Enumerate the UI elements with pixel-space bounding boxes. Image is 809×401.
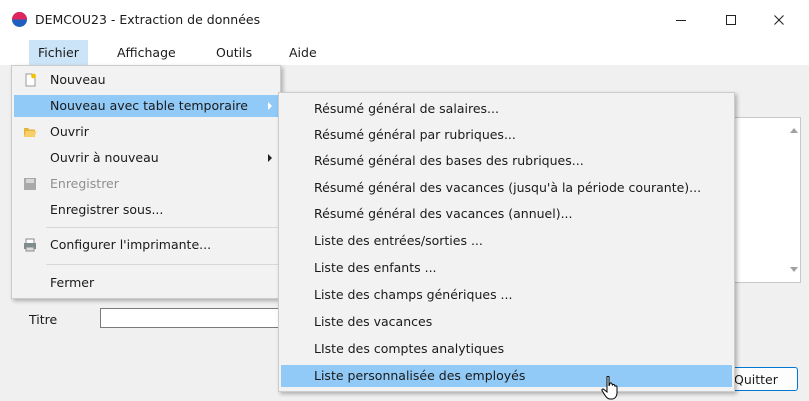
menu-separator [46, 227, 278, 228]
submenu-item-label: Liste des champs génériques ... [314, 287, 513, 302]
submenu-item-enfants[interactable]: Liste des enfants ... [281, 257, 732, 279]
submenu-item-entrees-sorties[interactable]: Liste des entrées/sorties ... [281, 230, 732, 252]
save-disk-icon [24, 178, 36, 190]
file-menu: Nouveau Nouveau avec table temporaire Ou… [11, 65, 281, 299]
submenu-item-label: LIste des comptes analytiques [314, 341, 505, 356]
submenu-item-resume-salaires[interactable]: Résumé général de salaires... [281, 98, 732, 120]
menu-item-label: Ouvrir à nouveau [50, 150, 159, 165]
submenu-item-label: Résumé général des vacances (annuel)... [314, 206, 573, 221]
titre-input[interactable] [100, 308, 280, 328]
submenu-item-resume-bases-rubriques[interactable]: Résumé général des bases des rubriques..… [281, 150, 732, 172]
window-title: DEMCOU23 - Extraction de données [35, 12, 261, 27]
menu-bar: Fichier Affichage Outils Aide [0, 40, 809, 65]
menu-item-label: Nouveau avec table temporaire [50, 98, 248, 113]
close-icon [774, 15, 784, 25]
menu-item-enregistrer-sous[interactable]: Enregistrer sous... [14, 199, 278, 221]
submenu-arrow-icon [268, 154, 272, 162]
mouse-pointer-icon [601, 376, 618, 400]
titre-label: Titre [29, 312, 58, 327]
submenu-item-label: Liste personnalisée des employés [314, 368, 526, 383]
scroll-down-icon[interactable] [790, 267, 798, 272]
submenu-item-personnalisee-employes[interactable]: Liste personnalisée des employés [281, 365, 732, 387]
menu-item-label: Configurer l'imprimante... [50, 237, 212, 252]
submenu-item-label: Résumé général des bases des rubriques..… [314, 153, 584, 168]
menu-item-label: Fermer [50, 275, 95, 290]
menu-item-ouvrir-a-nouveau[interactable]: Ouvrir à nouveau [14, 147, 278, 169]
maximize-button[interactable] [708, 0, 754, 40]
submenu-item-resume-rubriques[interactable]: Résumé général par rubriques... [281, 124, 732, 146]
menu-item-fermer[interactable]: Fermer [14, 272, 278, 294]
app-window: DEMCOU23 - Extraction de données Fichier… [0, 0, 809, 401]
menu-item-ouvrir[interactable]: Ouvrir [14, 121, 278, 143]
menu-aide[interactable]: Aide [280, 40, 326, 65]
submenu-item-label: Liste des vacances [314, 314, 433, 329]
menu-item-nouveau-avec-table-temporaire[interactable]: Nouveau avec table temporaire [14, 95, 278, 117]
submenu-item-label: Liste des enfants ... [314, 260, 437, 275]
menu-item-label: Enregistrer sous... [50, 202, 164, 217]
submenu-item-label: Liste des entrées/sorties ... [314, 233, 483, 248]
minimize-button[interactable] [658, 0, 704, 40]
submenu-item-label: Résumé général des vacances (jusqu'à la … [314, 180, 702, 195]
title-bar: DEMCOU23 - Extraction de données [0, 0, 809, 40]
open-folder-icon [24, 128, 37, 137]
menu-item-label: Nouveau [50, 72, 106, 87]
menu-fichier[interactable]: Fichier [29, 40, 88, 65]
menu-item-label: Enregistrer [50, 176, 119, 191]
printer-icon [24, 238, 36, 252]
minimize-icon [676, 20, 686, 21]
submenu-item-vacances[interactable]: Liste des vacances [281, 311, 732, 333]
menu-item-configurer-imprimante[interactable]: Configurer l'imprimante... [14, 234, 278, 256]
scroll-up-icon[interactable] [790, 128, 798, 133]
submenu-item-label: Résumé général de salaires... [314, 101, 499, 116]
app-icon [12, 12, 27, 27]
submenu-item-resume-vacances-courante[interactable]: Résumé général des vacances (jusqu'à la … [281, 177, 732, 199]
submenu-arrow-icon [268, 102, 272, 110]
menu-item-enregistrer[interactable]: Enregistrer [14, 173, 278, 195]
menu-item-nouveau[interactable]: Nouveau [14, 69, 278, 91]
menu-item-label: Ouvrir [50, 124, 89, 139]
maximize-icon [726, 15, 736, 25]
menu-outils[interactable]: Outils [207, 40, 261, 65]
submenu-item-label: Résumé général par rubriques... [314, 127, 516, 142]
menu-affichage[interactable]: Affichage [108, 40, 185, 65]
submenu-item-resume-vacances-annuel[interactable]: Résumé général des vacances (annuel)... [281, 203, 732, 225]
close-button[interactable] [756, 0, 802, 40]
submenu-nouveau-avec-table: Résumé général de salaires... Résumé gén… [278, 92, 735, 392]
menu-separator [46, 264, 278, 265]
submenu-item-comptes-analytiques[interactable]: LIste des comptes analytiques [281, 338, 732, 360]
submenu-item-champs-generiques[interactable]: Liste des champs génériques ... [281, 284, 732, 306]
quit-button-label: Quitter [734, 372, 778, 387]
new-document-icon [25, 73, 36, 87]
